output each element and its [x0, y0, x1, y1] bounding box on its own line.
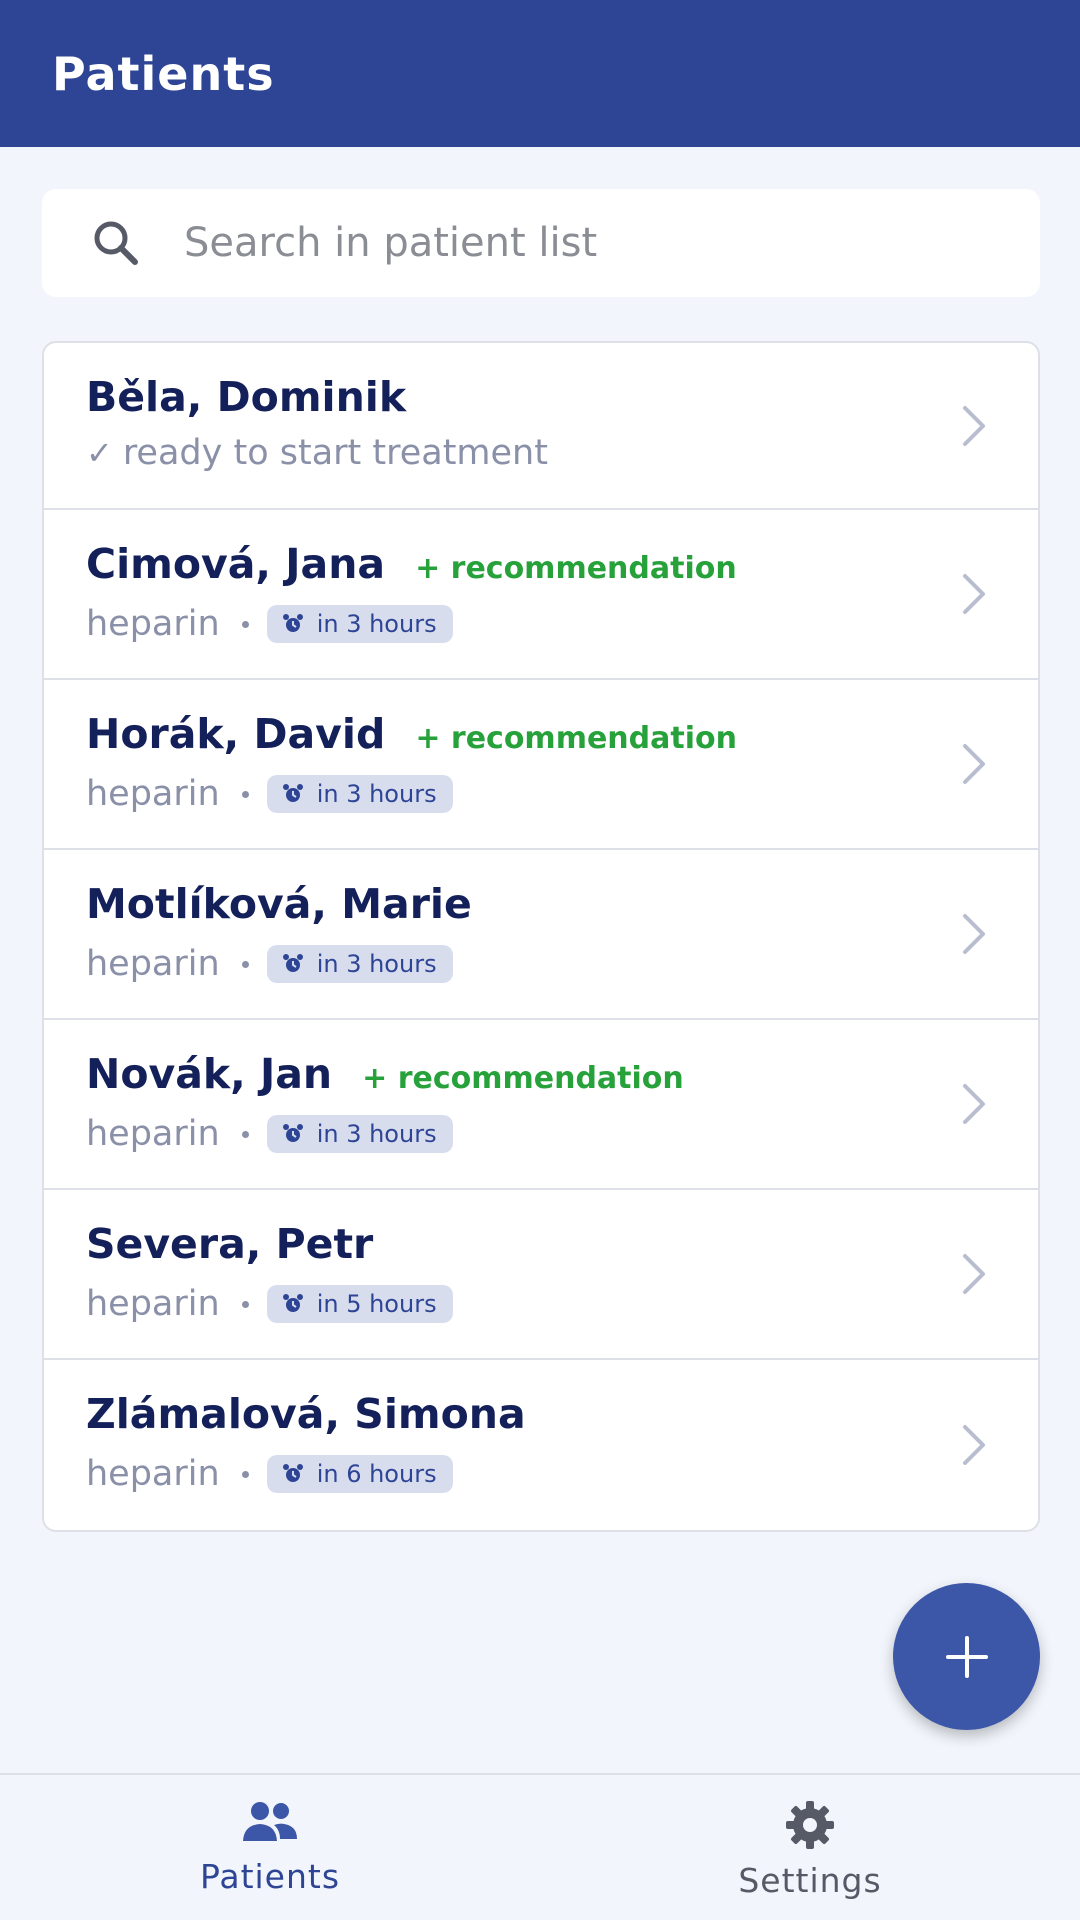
patient-name: Zlámalová, Simona	[86, 1390, 526, 1438]
patient-row[interactable]: Běla, Dominik ✓ ready to start treatment	[44, 343, 1038, 510]
alarm-clock-icon	[282, 614, 303, 632]
due-badge: in 3 hours	[266, 1115, 453, 1153]
separator-dot	[241, 1300, 249, 1308]
alarm-clock-icon	[282, 954, 303, 972]
drug-name: heparin	[86, 774, 220, 814]
chevron-right-icon	[963, 1254, 985, 1294]
due-badge: in 6 hours	[266, 1455, 453, 1493]
page-title: Patients	[52, 46, 275, 101]
recommendation-label: + recommendation	[362, 1061, 684, 1096]
alarm-clock-icon	[282, 1124, 303, 1142]
patient-name: Horák, David	[86, 710, 386, 758]
chevron-right-icon	[963, 1084, 985, 1124]
nav-item-patients[interactable]: Patients	[0, 1775, 540, 1920]
search-input[interactable]	[184, 220, 944, 266]
check-icon: ✓	[86, 434, 113, 472]
separator-dot	[241, 1130, 249, 1138]
patient-row[interactable]: Horák, David + recommendation heparin in…	[44, 680, 1038, 850]
bottom-nav: Patients Settings	[0, 1773, 1080, 1920]
patient-row[interactable]: Motlíková, Marie heparin in 3 hours	[44, 850, 1038, 1020]
recommendation-label: + recommendation	[415, 551, 737, 586]
nav-label-patients: Patients	[199, 1857, 341, 1896]
patient-list: Běla, Dominik ✓ ready to start treatment…	[42, 341, 1040, 1532]
recommendation-label: + recommendation	[415, 721, 737, 756]
separator-dot	[241, 620, 249, 628]
separator-dot	[241, 960, 249, 968]
patient-name: Motlíková, Marie	[86, 880, 472, 928]
patient-status: ready to start treatment	[122, 433, 548, 473]
plus-icon	[945, 1635, 988, 1678]
separator-dot	[241, 790, 249, 798]
drug-name: heparin	[86, 604, 220, 644]
drug-name: heparin	[86, 1284, 220, 1324]
due-time: in 5 hours	[316, 1290, 437, 1318]
drug-name: heparin	[86, 1454, 220, 1494]
nav-label-settings: Settings	[738, 1861, 882, 1900]
patient-row[interactable]: Cimová, Jana + recommendation heparin in…	[44, 510, 1038, 680]
add-patient-button[interactable]	[893, 1583, 1040, 1730]
due-time: in 3 hours	[316, 610, 437, 638]
chevron-right-icon	[963, 1425, 985, 1465]
drug-name: heparin	[86, 944, 220, 984]
chevron-right-icon	[963, 744, 985, 784]
due-time: in 6 hours	[316, 1460, 437, 1488]
patient-name: Severa, Petr	[86, 1220, 374, 1268]
search-bar[interactable]	[42, 189, 1040, 297]
patient-name: Cimová, Jana	[86, 540, 386, 588]
due-time: in 3 hours	[316, 950, 437, 978]
chevron-right-icon	[963, 574, 985, 614]
patient-row[interactable]: Severa, Petr heparin in 5 hours	[44, 1190, 1038, 1360]
patient-row[interactable]: Novák, Jan + recommendation heparin in 3…	[44, 1020, 1038, 1190]
app-bar: Patients	[0, 0, 1080, 147]
due-time: in 3 hours	[316, 1120, 437, 1148]
due-time: in 3 hours	[316, 780, 437, 808]
chevron-right-icon	[963, 405, 985, 446]
due-badge: in 3 hours	[266, 775, 453, 813]
people-icon	[243, 1802, 297, 1841]
nav-item-settings[interactable]: Settings	[540, 1775, 1080, 1920]
due-badge: in 3 hours	[266, 605, 453, 643]
drug-name: heparin	[86, 1114, 220, 1154]
patient-name: Novák, Jan	[86, 1050, 333, 1098]
alarm-clock-icon	[282, 1464, 303, 1482]
alarm-clock-icon	[282, 784, 303, 802]
alarm-clock-icon	[282, 1294, 303, 1312]
separator-dot	[241, 1470, 249, 1478]
patient-name: Běla, Dominik	[86, 373, 407, 421]
gear-icon	[786, 1801, 834, 1849]
chevron-right-icon	[963, 914, 985, 954]
search-icon	[88, 215, 144, 271]
due-badge: in 5 hours	[266, 1285, 453, 1323]
patient-row[interactable]: Zlámalová, Simona heparin in 6 hours	[44, 1360, 1038, 1530]
due-badge: in 3 hours	[266, 945, 453, 983]
